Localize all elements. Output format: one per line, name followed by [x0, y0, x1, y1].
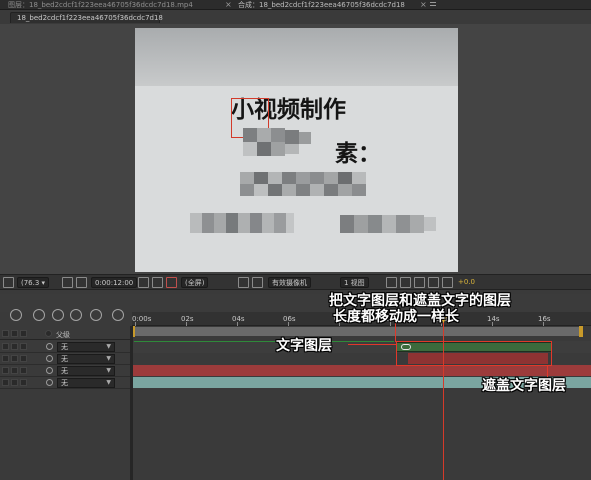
parent-dropdown[interactable]: 无 ▼ [57, 354, 115, 364]
ruler-tick [237, 322, 238, 326]
pickwhip-icon[interactable] [46, 355, 53, 362]
flowchart-icon[interactable] [428, 277, 439, 288]
reset-exposure-icon[interactable] [442, 277, 453, 288]
lock-toggle[interactable] [20, 343, 27, 350]
annotation-arrow [348, 344, 396, 345]
ruler-tick [186, 322, 187, 326]
ruler-tick [492, 322, 493, 326]
resolution-dropdown[interactable]: (全屏) [181, 277, 209, 288]
layer-duration-line [134, 341, 394, 342]
chevron-down-icon: ▼ [106, 343, 111, 350]
audio-toggle[interactable] [11, 367, 18, 374]
timeline-icon[interactable] [414, 277, 425, 288]
pickwhip-icon[interactable] [46, 343, 53, 350]
always-preview-icon[interactable] [3, 277, 14, 288]
video-background [135, 28, 458, 86]
panel-menu-icon[interactable] [430, 0, 438, 10]
visibility-toggle[interactable] [2, 355, 9, 362]
lock-toggle[interactable] [20, 355, 27, 362]
video-frame: 小视频制作 素： [135, 28, 458, 272]
shy-icon[interactable] [52, 309, 64, 321]
parent-column-label: 父级 [56, 331, 70, 339]
ruler-label: 02s [181, 315, 194, 323]
motion-blur-icon[interactable] [90, 309, 102, 321]
ruler-label: 14s [487, 315, 500, 323]
parent-value: 无 [61, 379, 68, 387]
viewer-controls-bar: (76.3 ▾ 0:00:12:00 (全屏) 有效摄像机 1 视图 +0.0 [0, 274, 591, 290]
mask-layer-annotation: 遮盖文字图层 [482, 378, 566, 394]
text-layer-annotation: 文字图层 [276, 338, 332, 354]
instruction-annotation: 长度都移动成一样长 [333, 309, 459, 325]
parent-pickwhip-icon [45, 330, 52, 337]
close-icon[interactable]: × [225, 0, 232, 10]
layer-row[interactable]: 无 ▼ [0, 365, 132, 377]
lock-column-icon [11, 330, 18, 337]
pickwhip-icon[interactable] [46, 379, 53, 386]
parent-value: 无 [61, 367, 68, 375]
view-layout-dropdown[interactable]: 1 视图 [340, 277, 369, 288]
layer-row[interactable]: 无 ▼ [0, 353, 132, 365]
fast-previews-icon[interactable] [238, 277, 249, 288]
live-update-icon[interactable] [10, 309, 22, 321]
lock-toggle[interactable] [20, 367, 27, 374]
audio-toggle[interactable] [11, 355, 18, 362]
magnification-dropdown[interactable]: (76.3 ▾ [17, 277, 50, 288]
audio-toggle[interactable] [11, 379, 18, 386]
chevron-down-icon: ▼ [106, 355, 111, 362]
video-subtitle-text: 素： [335, 140, 381, 167]
show-snapshot-icon[interactable] [152, 277, 163, 288]
ruler-tick [135, 322, 136, 326]
active-camera-dropdown[interactable]: 有效摄像机 [268, 277, 311, 288]
draft-3d-icon[interactable] [33, 309, 45, 321]
graph-editor-icon[interactable] [112, 309, 124, 321]
layer-row[interactable]: 无 ▼ [0, 341, 132, 353]
current-time-display[interactable]: 0:00:12:00 [91, 277, 138, 288]
lock-toggle[interactable] [20, 379, 27, 386]
annotation-highlight-box [396, 341, 552, 366]
pixel-aspect-icon[interactable] [386, 277, 397, 288]
chevron-down-icon: ▼ [106, 367, 111, 374]
snapshot-icon[interactable] [138, 277, 149, 288]
visibility-toggle[interactable] [2, 379, 9, 386]
visibility-toggle[interactable] [2, 343, 9, 350]
parent-dropdown[interactable]: 无 ▼ [57, 378, 115, 388]
parent-value: 无 [61, 355, 68, 363]
work-area-end-handle[interactable] [579, 326, 583, 337]
ruler-tick [288, 322, 289, 326]
3d-draft-icon[interactable] [400, 277, 411, 288]
ruler-tick [543, 322, 544, 326]
layer-row[interactable]: 无 ▼ [0, 377, 132, 389]
panel-tab-bar: 图层：18_bed2cdcf1f223eea46705f36dcdc7d18.m… [0, 0, 591, 10]
ruler-label: 06s [283, 315, 296, 323]
color-channel-icon[interactable] [166, 277, 177, 288]
av-features-icon [2, 330, 9, 337]
ruler-label: 16s [538, 315, 551, 323]
parent-dropdown[interactable]: 无 ▼ [57, 342, 115, 352]
composition-subtab[interactable]: 18_bed2cdcf1f223eea46705f36dcdc7d18 [10, 12, 163, 23]
pickwhip-icon[interactable] [46, 367, 53, 374]
label-column-icon [20, 330, 27, 337]
composition-panel-tab[interactable]: 合成：18_bed2cdcf1f223eea46705f36dcdc7d18 [238, 0, 418, 10]
ruler-label: 04s [232, 315, 245, 323]
visibility-toggle[interactable] [2, 367, 9, 374]
close-icon[interactable]: × [420, 0, 427, 10]
region-of-interest-icon[interactable] [76, 277, 87, 288]
transparency-grid-icon[interactable] [252, 277, 263, 288]
parent-dropdown[interactable]: 无 ▼ [57, 366, 115, 376]
safe-zones-icon[interactable] [62, 277, 73, 288]
frame-blending-icon[interactable] [70, 309, 82, 321]
chevron-down-icon: ▼ [106, 379, 111, 386]
parent-value: 无 [61, 343, 68, 351]
work-area-bar[interactable] [132, 327, 583, 336]
layer-panel-tab[interactable]: 图层：18_bed2cdcf1f223eea46705f36dcdc7d18.m… [8, 0, 208, 10]
audio-toggle[interactable] [11, 343, 18, 350]
exposure-value[interactable]: +0.0 [458, 277, 475, 288]
